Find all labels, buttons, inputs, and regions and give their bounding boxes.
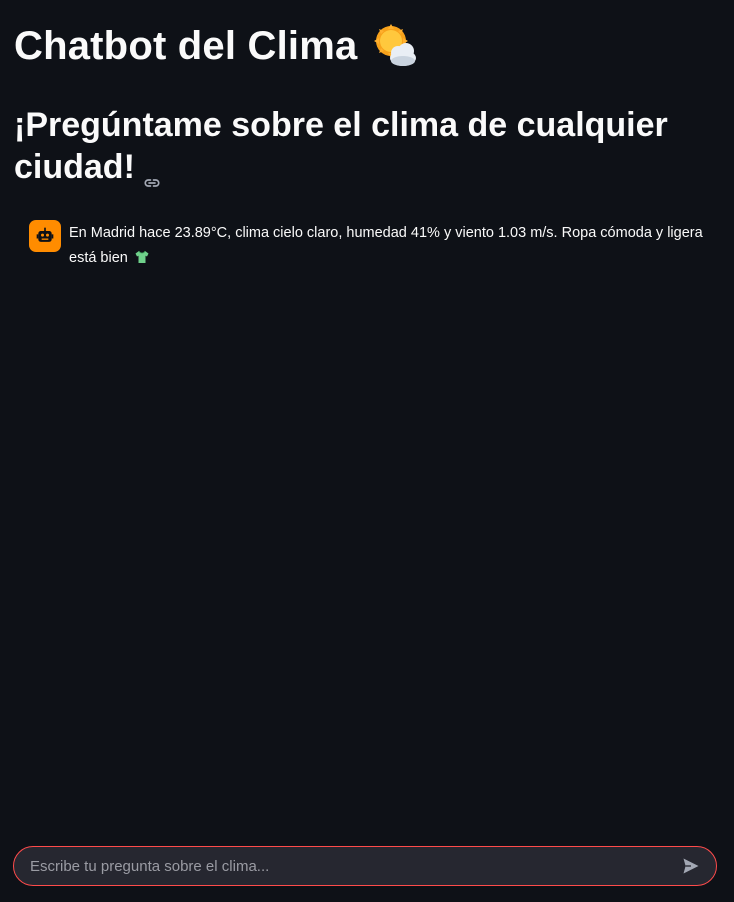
chat-message-assistant: En Madrid hace 23.89°C, clima cielo clar… (29, 220, 719, 271)
page-title-text: Chatbot del Clima (14, 24, 358, 68)
link-icon[interactable] (143, 160, 161, 187)
sun-behind-cloud-icon (371, 22, 419, 70)
page-subtitle: ¡Pregúntame sobre el clima de cualquier … (14, 104, 704, 188)
send-icon (683, 858, 699, 874)
robot-icon (29, 220, 61, 252)
t-shirt-icon (134, 249, 150, 265)
chat-message-text: En Madrid hace 23.89°C, clima cielo clar… (69, 220, 719, 271)
message-text: En Madrid hace 23.89°C, clima cielo clar… (69, 225, 703, 266)
chat-input-container (13, 846, 717, 886)
chat-input[interactable] (30, 847, 678, 885)
send-button[interactable] (678, 853, 704, 879)
app-root: Chatbot del Clima ¡Pregúntame sobre el c… (0, 0, 734, 902)
page-title: Chatbot del Clima (14, 22, 419, 70)
page-subtitle-text: ¡Pregúntame sobre el clima de cualquier … (14, 106, 668, 186)
